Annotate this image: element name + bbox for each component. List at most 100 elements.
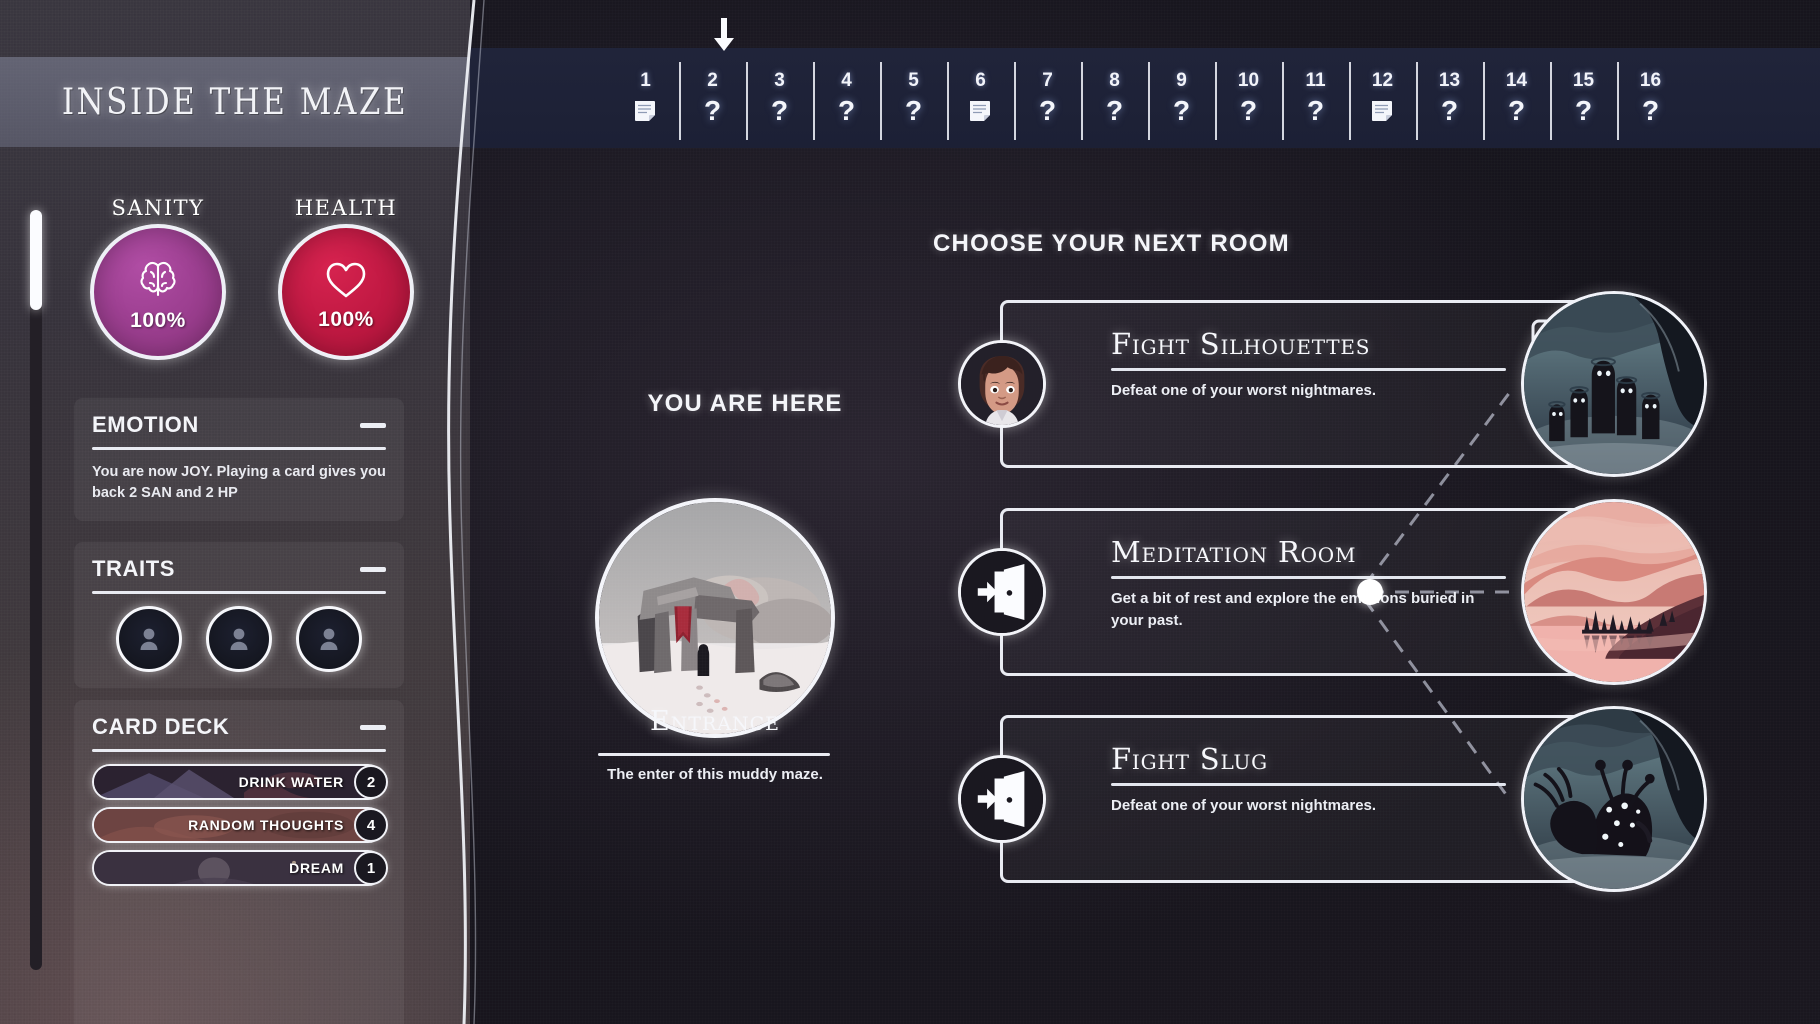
room-option-title: Fight Slug — [1111, 742, 1268, 776]
room-option-thumbnail-meditation — [1521, 499, 1707, 685]
sidebar: INSIDE THE MAZE SANITY 100% HEALTH 100% … — [0, 0, 485, 1024]
tracker-slot-2[interactable]: 2? — [679, 48, 746, 148]
divider — [1111, 368, 1506, 372]
tracker-slot-number: 3 — [774, 69, 785, 91]
deck-card-item[interactable]: DRINK WATER 2 — [92, 764, 388, 800]
room-option-thumbnail-slug — [1521, 706, 1707, 892]
room-tracker: 1 2? 3? 4? 5? 6 7? 8? 9? 10? 11? 12 13? … — [470, 48, 1820, 148]
tracker-slot-number: 15 — [1572, 69, 1595, 91]
tracker-slot-7[interactable]: 7? — [1014, 48, 1081, 148]
question-icon: ? — [1507, 94, 1526, 126]
divider — [92, 447, 386, 450]
panel-emotion: EMOTION You are now JOY. Playing a card … — [74, 398, 404, 521]
panel-emotion-title: EMOTION — [92, 412, 199, 437]
tracker-slot-6[interactable]: 6 — [947, 48, 1014, 148]
heart-icon — [323, 259, 369, 306]
room-option-meditation-room[interactable]: Meditation Room Get a bit of rest and ex… — [958, 499, 1707, 685]
trait-slot-2[interactable] — [206, 606, 272, 672]
divider — [1111, 576, 1506, 580]
tracker-slot-1[interactable]: 1 — [612, 48, 679, 148]
room-option-description: Defeat one of your worst nightmares. — [1111, 382, 1377, 400]
panel-traits-header: TRAITS — [92, 556, 386, 582]
room-option-description: Get a bit of rest and explore the emotio… — [1111, 590, 1475, 629]
tracker-slot-9[interactable]: 9? — [1148, 48, 1215, 148]
question-icon: ? — [1105, 94, 1124, 126]
stat-sanity-orb: 100% — [90, 224, 226, 360]
tracker-slot-15[interactable]: 15? — [1550, 48, 1617, 148]
tracker-slot-number: 2 — [707, 69, 718, 91]
deck-card-count: 2 — [354, 765, 388, 799]
question-icon: ? — [1306, 94, 1325, 126]
minus-icon[interactable] — [360, 422, 386, 428]
deck-card-count: 4 — [354, 808, 388, 842]
trait-slot-1[interactable] — [116, 606, 182, 672]
minus-icon[interactable] — [360, 724, 386, 730]
room-option-fight-silhouettes[interactable]: Fight Silhouettes Defeat one of your wor… — [958, 291, 1707, 477]
tracker-slot-8[interactable]: 8? — [1081, 48, 1148, 148]
panel-deck-header: CARD DECK — [92, 714, 386, 740]
sidebar-titlebar: INSIDE THE MAZE — [0, 57, 470, 147]
room-option-text: Meditation Room Get a bit of rest and ex… — [1111, 537, 1511, 631]
deck-card-item[interactable]: RANDOM THOUGHTS 4 — [92, 807, 388, 843]
question-icon: ? — [1239, 94, 1258, 126]
tracker-slot-number: 12 — [1371, 69, 1394, 91]
deck-card-name: RANDOM THOUGHTS — [188, 817, 344, 833]
deck-card-name: DRINK WATER — [238, 774, 344, 790]
stat-health-label: HEALTH — [294, 196, 398, 220]
tracker-slot-4[interactable]: 4? — [813, 48, 880, 148]
trait-slot-3[interactable] — [296, 606, 362, 672]
tracker-slot-number: 13 — [1438, 69, 1461, 91]
tracker-slot-number: 11 — [1305, 69, 1326, 91]
room-option-fight-slug[interactable]: Fight Slug Defeat one of your worst nigh… — [958, 706, 1707, 892]
deck-card-count: 1 — [354, 851, 388, 885]
stat-sanity-value: 100% — [130, 308, 186, 332]
deck-card-list: DRINK WATER 2 RANDOM THOUGHTS 4 DREAM 1 — [92, 764, 388, 886]
tracker-slot-number: 5 — [908, 69, 919, 91]
room-option-description: Defeat one of your worst nightmares. — [1111, 797, 1377, 815]
question-icon: ? — [770, 94, 789, 126]
question-icon: ? — [1641, 94, 1660, 126]
map-node-dot — [1357, 579, 1383, 605]
panel-traits-title: TRAITS — [92, 556, 176, 581]
panel-emotion-header: EMOTION — [92, 412, 386, 438]
note-icon — [633, 95, 659, 127]
tracker-slot-3[interactable]: 3? — [746, 48, 813, 148]
minus-icon[interactable] — [360, 566, 386, 572]
tracker-slot-13[interactable]: 13? — [1416, 48, 1483, 148]
question-icon: ? — [1574, 94, 1593, 126]
tracker-slot-10[interactable]: 10? — [1215, 48, 1282, 148]
tracker-slot-14[interactable]: 14? — [1483, 48, 1550, 148]
game-screen: INSIDE THE MAZE SANITY 100% HEALTH 100% … — [0, 0, 1820, 1024]
tracker-slot-5[interactable]: 5? — [880, 48, 947, 148]
note-icon — [1370, 95, 1396, 127]
tracker-slot-number: 10 — [1237, 69, 1260, 91]
question-icon: ? — [703, 94, 722, 126]
tracker-slot-number: 14 — [1505, 69, 1528, 91]
panel-card-deck: CARD DECK DRINK WATER 2 RANDOM THOUGHTS … — [74, 700, 404, 1024]
deck-card-item[interactable]: DREAM 1 — [92, 850, 388, 886]
note-icon — [968, 95, 994, 127]
traits-row — [92, 606, 386, 672]
sidebar-scrollbar-thumb[interactable] — [30, 210, 42, 310]
door-enter-icon — [958, 755, 1046, 843]
stat-health-orb: 100% — [278, 224, 414, 360]
room-option-thumbnail-silhouettes — [1521, 291, 1707, 477]
tracker-slot-12[interactable]: 12 — [1349, 48, 1416, 148]
down-arrow-icon — [714, 18, 734, 51]
sidebar-scrollbar[interactable] — [30, 210, 42, 970]
question-icon: ? — [1172, 94, 1191, 126]
tracker-slot-11[interactable]: 11? — [1282, 48, 1349, 148]
tracker-slot-16[interactable]: 16? — [1617, 48, 1684, 148]
question-icon: ? — [1440, 94, 1459, 126]
room-option-text: Fight Silhouettes Defeat one of your wor… — [1111, 329, 1511, 402]
brain-icon — [135, 258, 181, 307]
deck-card-name: DREAM — [289, 860, 344, 876]
emotion-text: You are now JOY. Playing a card gives yo… — [92, 464, 386, 502]
divider — [92, 749, 386, 752]
panel-traits: TRAITS — [74, 542, 404, 688]
tracker-slot-number: 6 — [975, 69, 986, 91]
panel-deck-title: CARD DECK — [92, 714, 230, 739]
tracker-slot-number: 9 — [1176, 69, 1187, 91]
page-title: INSIDE THE MAZE — [61, 80, 409, 124]
door-enter-icon — [958, 548, 1046, 636]
